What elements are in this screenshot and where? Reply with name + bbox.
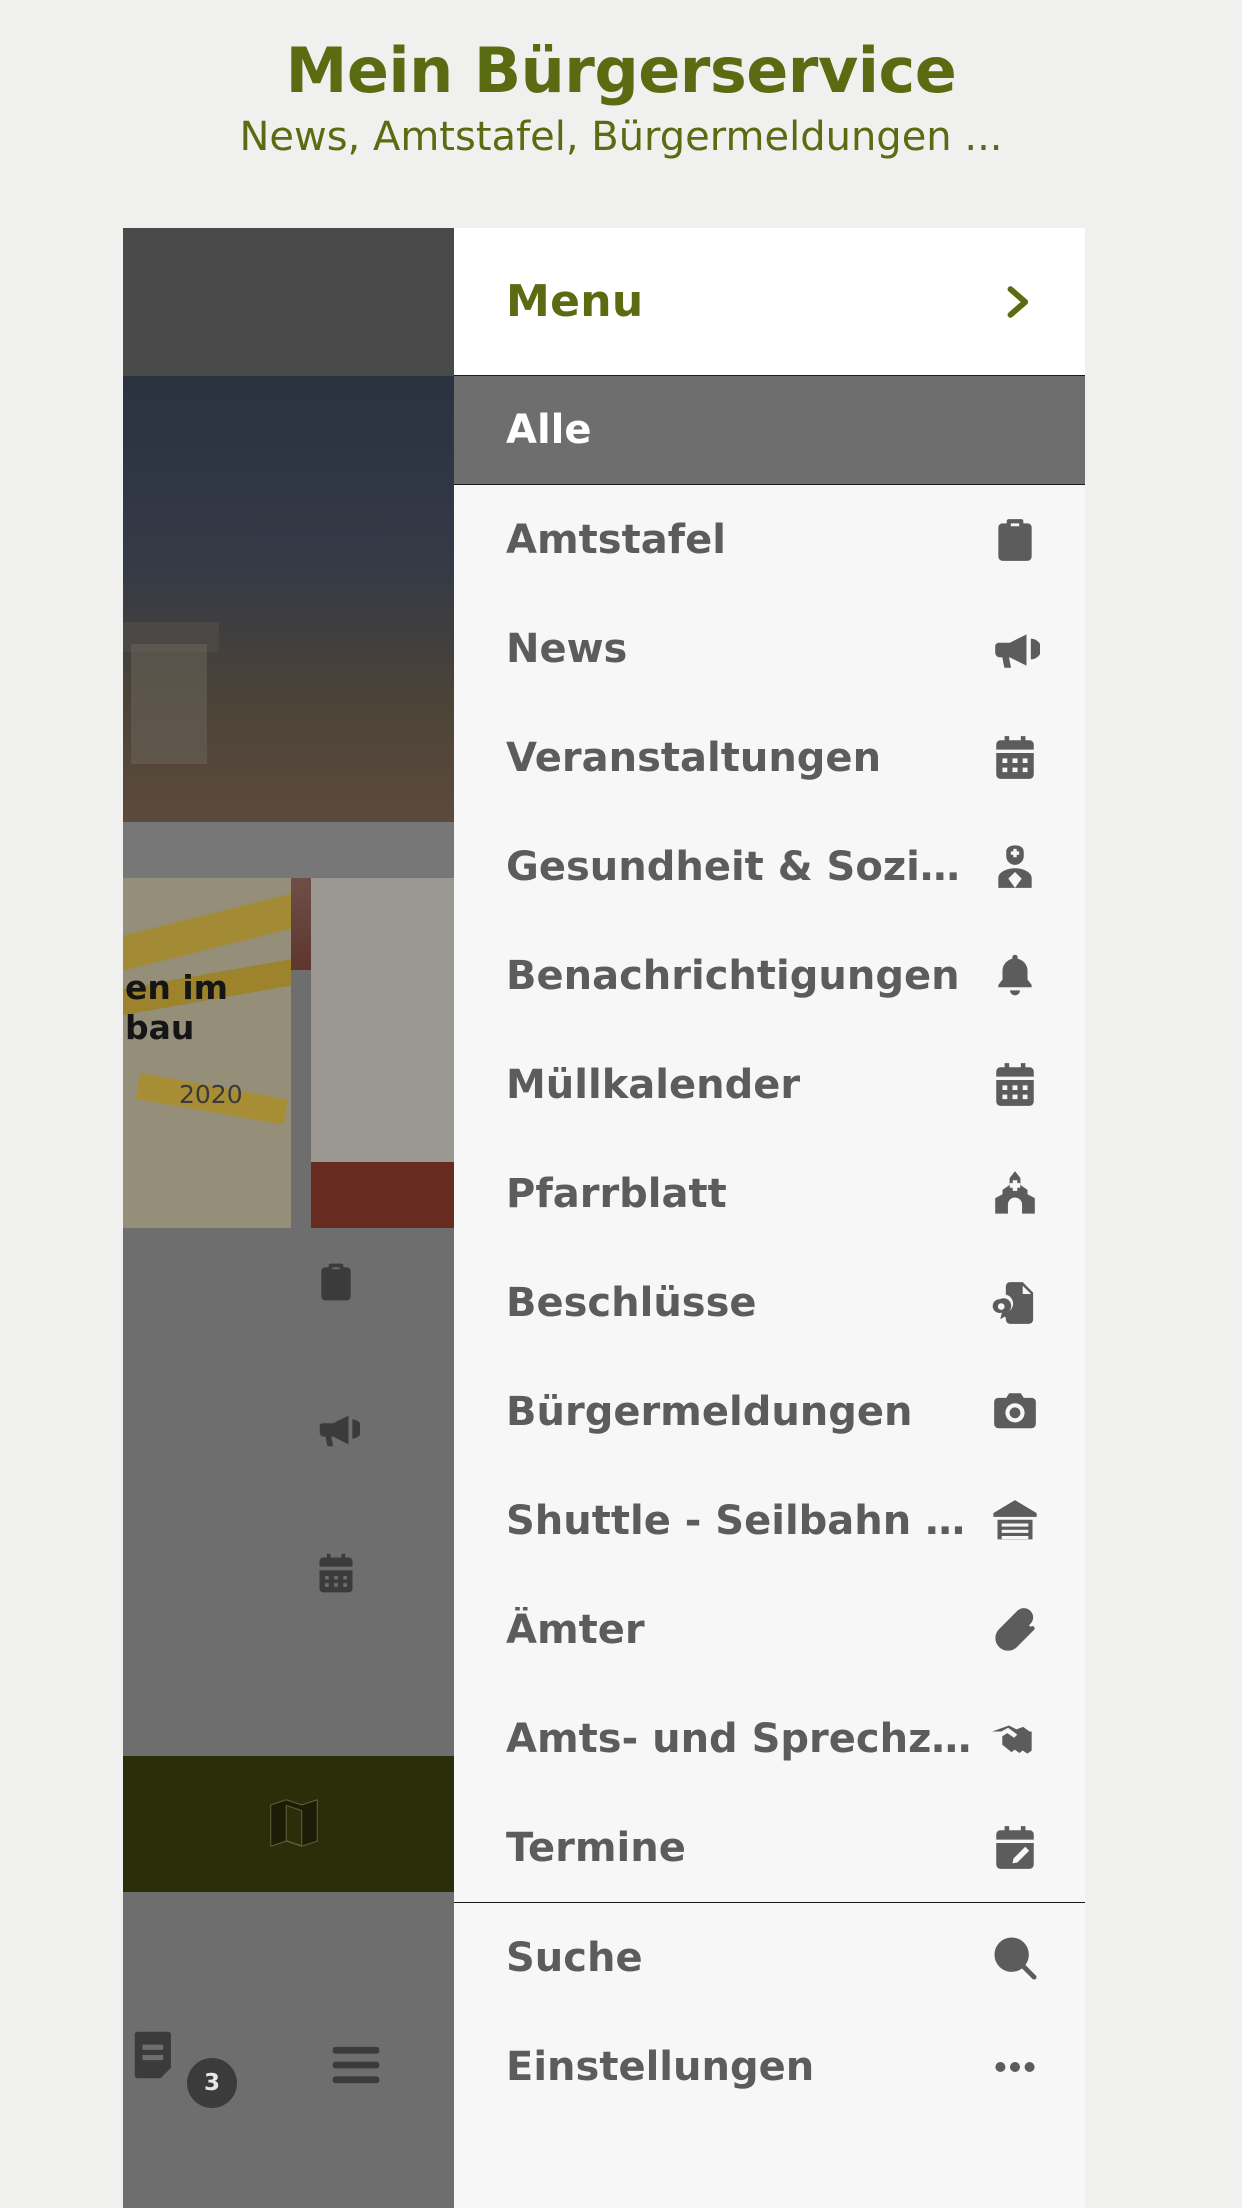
menu-item-label: Pfarrblatt xyxy=(506,1170,727,1217)
menu-item-einstellungen[interactable]: Einstellungen xyxy=(454,2012,1085,2121)
menu-item-benachrichtigungen[interactable]: Benachrichtigungen xyxy=(454,921,1085,1030)
menu-item-label: Bürgermeldungen xyxy=(506,1388,913,1435)
menu-item-muellkalender[interactable]: Müllkalender xyxy=(454,1030,1085,1139)
menu-item-label: News xyxy=(506,625,628,672)
paperclip-icon xyxy=(987,1602,1043,1658)
church-icon xyxy=(987,1166,1043,1222)
drawer-title: Menu xyxy=(506,276,644,327)
menu-item-icon-none xyxy=(987,402,1043,458)
menu-item-label: Müllkalender xyxy=(506,1061,801,1108)
clipboard-icon[interactable] xyxy=(314,1260,358,1304)
ellipsis-icon xyxy=(987,2039,1043,2095)
app-card-1[interactable] xyxy=(123,878,291,1228)
bell-icon xyxy=(987,948,1043,1004)
menu-item-buergermeldungen[interactable]: Bürgermeldungen xyxy=(454,1357,1085,1466)
calendar-icon[interactable] xyxy=(314,1552,358,1596)
nurse-icon xyxy=(987,839,1043,895)
calendar-icon xyxy=(987,1057,1043,1113)
app-status-bar xyxy=(123,228,454,376)
page-title: Mein Bürgerservice xyxy=(285,34,957,107)
menu-item-news[interactable]: News xyxy=(454,594,1085,703)
page-header: Mein Bürgerservice News, Amtstafel, Bürg… xyxy=(0,0,1242,228)
menu-item-termine[interactable]: Termine xyxy=(454,1793,1085,1902)
navigation-drawer: Menu Alle Amtstafel News Veranstaltungen… xyxy=(454,228,1085,2208)
menu-item-gesundheit-soziales[interactable]: Gesundheit & Soziales xyxy=(454,812,1085,921)
menu-item-shuttle-seilbahn[interactable]: Shuttle - Seilbahn - B... xyxy=(454,1466,1085,1575)
search-icon xyxy=(987,1930,1043,1986)
menu-list: Amtstafel News Veranstaltungen Gesundhei… xyxy=(454,485,1085,2208)
menu-item-label: Einstellungen xyxy=(506,2043,815,2090)
menu-item-amts-sprechzeiten[interactable]: Amts- und Sprechzei... xyxy=(454,1684,1085,1793)
megaphone-icon[interactable] xyxy=(314,1406,362,1450)
app-card-title: en im bau xyxy=(125,968,229,1047)
hamburger-icon[interactable] xyxy=(325,2034,387,2100)
menu-item-amtstafel[interactable]: Amtstafel xyxy=(454,485,1085,594)
menu-item-label: Shuttle - Seilbahn - B... xyxy=(506,1497,976,1544)
phone-screen: en im bau 2020 3 Menu Alle Amtstafel New… xyxy=(123,228,1085,2208)
calendar-edit-icon xyxy=(987,1820,1043,1876)
menu-item-alle[interactable]: Alle xyxy=(454,376,1085,485)
menu-item-label: Suche xyxy=(506,1934,643,1981)
calendar-icon xyxy=(987,730,1043,786)
hero-building-shape xyxy=(131,644,207,764)
menu-item-beschluesse[interactable]: Beschlüsse xyxy=(454,1248,1085,1357)
menu-item-label: Amtstafel xyxy=(506,516,726,563)
app-card-date: 2020 xyxy=(179,1080,243,1109)
menu-item-aemter[interactable]: Ämter xyxy=(454,1575,1085,1684)
app-card-2[interactable] xyxy=(311,878,454,1228)
menu-item-label: Amts- und Sprechzei... xyxy=(506,1715,976,1762)
app-bottom-navbar[interactable]: 3 xyxy=(123,1892,454,2208)
messages-icon[interactable] xyxy=(127,2024,189,2090)
menu-item-suche[interactable]: Suche xyxy=(454,1903,1085,2012)
badge-count-label: 3 xyxy=(187,2058,237,2108)
menu-item-label: Alle xyxy=(506,407,592,453)
app-quick-list xyxy=(123,1238,454,1756)
drawer-header: Menu xyxy=(454,228,1085,376)
menu-item-veranstaltungen[interactable]: Veranstaltungen xyxy=(454,703,1085,812)
menu-item-label: Gesundheit & Soziales xyxy=(506,843,976,890)
badge-count: 3 xyxy=(187,2058,237,2108)
dimmed-app-background[interactable]: en im bau 2020 3 xyxy=(123,228,454,2208)
bus-station-icon xyxy=(987,1493,1043,1549)
chevron-right-icon[interactable] xyxy=(989,275,1043,329)
menu-item-label: Benachrichtigungen xyxy=(506,952,960,999)
menu-item-label: Ämter xyxy=(506,1606,645,1653)
menu-item-label: Termine xyxy=(506,1824,686,1871)
menu-item-pfarrblatt[interactable]: Pfarrblatt xyxy=(454,1139,1085,1248)
app-spacer xyxy=(123,822,454,878)
megaphone-icon xyxy=(987,621,1043,677)
card2-dim-overlay xyxy=(311,878,454,1228)
menu-item-label: Beschlüsse xyxy=(506,1279,757,1326)
app-hero-image xyxy=(123,376,454,970)
app-map-banner[interactable] xyxy=(123,1756,454,1892)
card-dim-overlay xyxy=(123,878,291,1228)
handshake-icon xyxy=(987,1711,1043,1767)
camera-icon xyxy=(987,1384,1043,1440)
page-subtitle: News, Amtstafel, Bürgermeldungen ... xyxy=(239,114,1003,161)
clipboard-icon xyxy=(987,512,1043,568)
map-icon[interactable] xyxy=(263,1792,325,1858)
certificate-document-icon xyxy=(987,1275,1043,1331)
menu-item-label: Veranstaltungen xyxy=(506,734,882,781)
